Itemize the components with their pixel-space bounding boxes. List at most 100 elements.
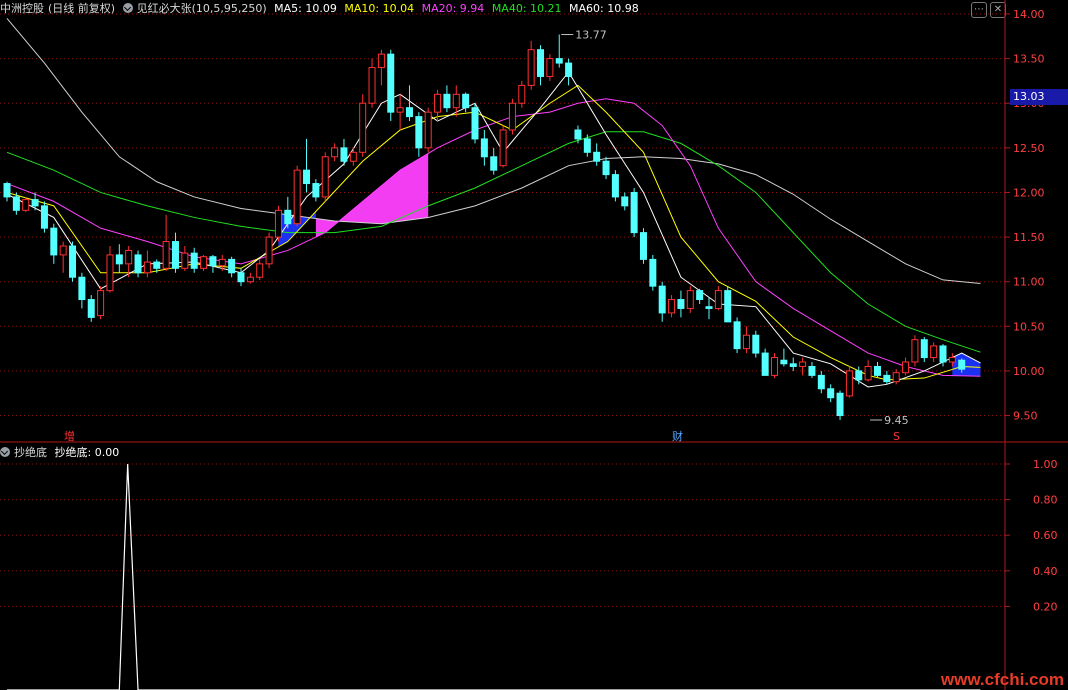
- candle-down: [40, 205, 48, 229]
- candle-up: [434, 93, 442, 113]
- sub-tick-label: 1.00: [1033, 458, 1058, 471]
- candle-up: [424, 111, 432, 149]
- price-tick-label: 12.00: [1013, 186, 1045, 199]
- sub-tick-label: 0.80: [1033, 494, 1058, 507]
- candle-down: [284, 209, 292, 225]
- candle-down: [883, 374, 891, 383]
- candle-down: [153, 261, 161, 269]
- sub-chart: [7, 463, 981, 690]
- candle-down: [827, 388, 835, 399]
- candle-down: [69, 245, 77, 278]
- candle-down: [115, 254, 123, 265]
- candle-down: [574, 129, 582, 140]
- ma-fill-bands: [278, 153, 981, 377]
- candle-down: [462, 93, 470, 109]
- chart-canvas[interactable]: 14.0013.5013.0012.5012.0011.5011.0010.50…: [0, 0, 1068, 690]
- ma20-line: [6, 98, 981, 377]
- candle-down: [789, 363, 797, 367]
- candle-up: [143, 261, 151, 274]
- candle-down: [639, 232, 647, 260]
- sub-tick-label: 0.20: [1033, 600, 1058, 613]
- sub-tick-label: 0.60: [1033, 529, 1058, 542]
- candle-up: [892, 372, 900, 383]
- price-tick-label: 10.50: [1013, 320, 1045, 333]
- price-tick-label: 13.50: [1013, 53, 1045, 66]
- candle-up: [686, 290, 694, 309]
- candle-up: [321, 156, 329, 198]
- price-tick-label: 9.50: [1013, 410, 1038, 423]
- candle-down: [312, 183, 320, 198]
- candle-up: [508, 102, 516, 131]
- blue-fill-band-right: [952, 353, 981, 377]
- candle-down: [303, 169, 311, 185]
- candle-up: [902, 361, 910, 374]
- candle-up: [742, 334, 750, 350]
- candle-down: [621, 196, 629, 207]
- candle-down: [705, 306, 713, 309]
- candle-up: [200, 256, 208, 269]
- sub-indicator-name[interactable]: 抄绝底: [14, 446, 47, 459]
- candle-down: [480, 138, 488, 158]
- candle-down: [387, 53, 395, 113]
- candle-up: [668, 299, 676, 314]
- candle-down: [649, 258, 657, 287]
- candle-up: [546, 58, 554, 77]
- candle-down: [134, 254, 142, 274]
- ma5-line: [6, 71, 981, 388]
- sub-chart-header: 抄绝底 抄绝底: 0.00: [0, 444, 123, 462]
- candle-down: [855, 370, 863, 381]
- high-price-label: 13.77: [575, 29, 607, 42]
- candle-up: [377, 53, 385, 69]
- candle-up: [59, 245, 67, 256]
- marker-zeng: 增: [64, 430, 75, 443]
- candle-up: [265, 236, 273, 265]
- current-price-tag: 13.03: [1010, 89, 1068, 105]
- candle-up: [911, 339, 919, 363]
- price-tick-label: 14.00: [1013, 8, 1045, 21]
- candle-up: [106, 254, 114, 292]
- candle-down: [658, 285, 666, 314]
- candle-up: [527, 49, 535, 86]
- candle-down: [12, 196, 20, 211]
- candle-down: [340, 147, 348, 162]
- candle-down: [3, 183, 11, 198]
- candle-down: [752, 334, 760, 354]
- candle-down: [490, 156, 498, 171]
- marker-cai: 财: [672, 430, 683, 443]
- candlesticks: [3, 34, 966, 420]
- moving-average-lines: [6, 18, 981, 388]
- candle-up: [452, 93, 460, 109]
- candle-up: [714, 290, 722, 309]
- sub-indicator-dropdown-icon[interactable]: [0, 447, 10, 457]
- candle-up: [331, 147, 339, 158]
- candle-down: [836, 392, 844, 417]
- candle-down: [920, 339, 928, 359]
- candle-up: [396, 107, 404, 113]
- candle-up: [274, 209, 282, 238]
- candle-down: [761, 352, 769, 376]
- price-annotations: 13.77 9.45: [561, 29, 909, 427]
- candle-up: [256, 263, 264, 278]
- candle-down: [443, 93, 451, 109]
- candle-up: [162, 241, 170, 269]
- candle-up: [845, 370, 853, 397]
- candle-down: [209, 256, 217, 267]
- candle-down: [50, 227, 58, 256]
- candle-down: [733, 321, 741, 350]
- candle-up: [181, 252, 189, 269]
- candle-down: [87, 299, 95, 318]
- price-tick-label: 11.50: [1013, 231, 1045, 244]
- signal-line: [7, 463, 981, 690]
- candle-up: [22, 199, 30, 211]
- candle-down: [873, 365, 881, 376]
- candle-down: [696, 290, 704, 301]
- candle-up: [771, 357, 779, 376]
- candle-down: [630, 191, 638, 234]
- candle-down: [237, 272, 245, 283]
- marker-s: S: [893, 430, 900, 443]
- candle-down: [555, 58, 563, 64]
- grid-lines: [0, 13, 1005, 607]
- candle-down: [565, 62, 573, 77]
- candle-up: [799, 361, 807, 367]
- candle-up: [359, 102, 367, 153]
